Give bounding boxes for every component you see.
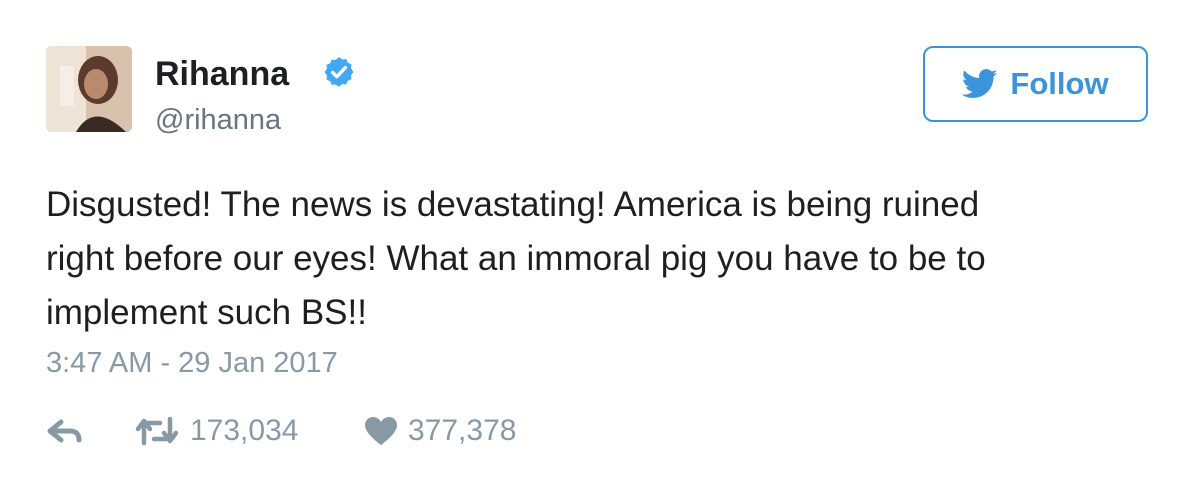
retweet-icon	[135, 416, 179, 446]
follow-button-label: Follow	[1010, 66, 1109, 101]
tweet-actions: 173,034 377,378	[46, 408, 646, 454]
tweet-text: Disgusted! The news is devastating! Amer…	[46, 185, 986, 332]
tweet-timestamp[interactable]: 3:47 AM - 29 Jan 2017	[46, 343, 338, 383]
reply-icon	[47, 419, 82, 443]
user-name[interactable]: Rihanna	[155, 54, 289, 94]
avatar[interactable]	[46, 46, 132, 132]
avatar-image	[46, 46, 132, 132]
retweet-button[interactable]: 173,034	[134, 408, 298, 454]
like-button[interactable]: 377,378	[364, 408, 516, 454]
tweet-card: Rihanna @rihanna Follow Disgusted! The n…	[0, 0, 1200, 489]
follow-button[interactable]: Follow	[923, 46, 1148, 122]
twitter-bird-icon	[962, 69, 998, 98]
like-count: 377,378	[408, 414, 517, 447]
user-handle[interactable]: @rihanna	[155, 103, 281, 137]
heart-icon	[365, 417, 397, 445]
retweet-count: 173,034	[190, 414, 299, 447]
reply-button[interactable]	[46, 408, 84, 454]
verified-badge-icon	[324, 57, 354, 87]
